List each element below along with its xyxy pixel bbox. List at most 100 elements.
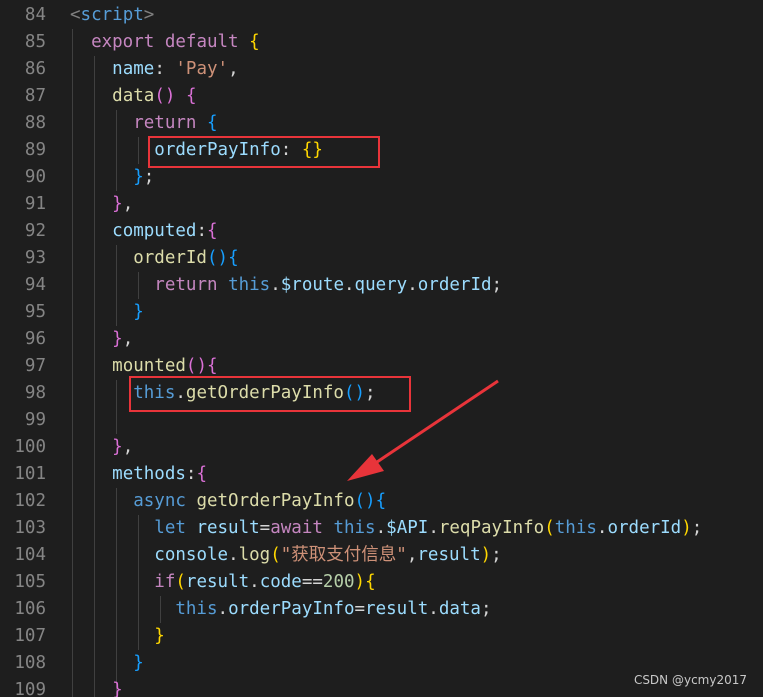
- code-token: }: [154, 626, 165, 646]
- code-editor[interactable]: 84 <script> 85 export default {86 name: 'P…: [0, 0, 763, 697]
- line-number: 90: [24, 167, 46, 187]
- code-text[interactable]: computed:{: [70, 218, 218, 245]
- code-token: .: [407, 275, 418, 295]
- code-token: {: [207, 221, 218, 241]
- code-token: (): [354, 491, 376, 511]
- code-token: ,: [122, 437, 134, 457]
- code-token: <: [70, 5, 81, 25]
- line-number: 97: [24, 356, 46, 376]
- code-token: (: [175, 572, 186, 592]
- code-text[interactable]: }: [70, 650, 144, 677]
- code-token: ,: [228, 59, 239, 79]
- code-token: mounted: [112, 356, 186, 376]
- code-line: 94 return this.$route.query.orderId;: [0, 272, 763, 299]
- code-text[interactable]: name: 'Pay',: [70, 56, 239, 83]
- code-token: result: [417, 545, 481, 565]
- code-token: (: [270, 545, 281, 565]
- code-token: :: [154, 59, 176, 79]
- code-token: .: [228, 545, 239, 565]
- code-line: 93 orderId(){: [0, 245, 763, 272]
- code-token: return: [133, 113, 197, 133]
- code-text[interactable]: <script>: [70, 2, 154, 29]
- code-text[interactable]: },: [70, 434, 133, 461]
- code-text[interactable]: async getOrderPayInfo(){: [70, 488, 386, 515]
- code-token: }: [112, 680, 123, 697]
- code-text[interactable]: }: [70, 623, 165, 650]
- highlight-box-getOrderPayInfo-call: [129, 376, 411, 412]
- code-text[interactable]: };: [70, 164, 154, 191]
- code-text[interactable]: this.orderPayInfo=result.data;: [70, 596, 491, 623]
- code-line: 102 async getOrderPayInfo(){: [0, 488, 763, 515]
- code-text[interactable]: let result=await this.$API.reqPayInfo(th…: [70, 515, 702, 542]
- code-text[interactable]: orderId(){: [70, 245, 238, 272]
- code-line: 100 },: [0, 434, 763, 461]
- line-number: 88: [24, 113, 46, 133]
- code-line: 105 if(result.code==200){: [0, 569, 763, 596]
- code-line: 92 computed:{: [0, 218, 763, 245]
- code-line: 91 },: [0, 191, 763, 218]
- code-line: 84 <script>: [0, 2, 763, 29]
- line-number: 101: [14, 464, 46, 484]
- code-text[interactable]: return {: [70, 110, 217, 137]
- code-token: ==: [301, 572, 323, 592]
- code-text[interactable]: }: [70, 299, 144, 326]
- line-number: 106: [14, 599, 46, 619]
- code-token: 'Pay': [175, 59, 229, 79]
- code-token: await: [270, 518, 323, 538]
- code-text[interactable]: }: [70, 677, 123, 697]
- code-line: 85 export default {: [0, 29, 763, 56]
- line-number: 92: [24, 221, 46, 241]
- line-number: 91: [24, 194, 46, 214]
- code-text[interactable]: console.log("获取支付信息",result);: [70, 542, 501, 569]
- code-token: data: [438, 599, 481, 619]
- code-token: computed: [112, 221, 197, 241]
- code-token: this: [554, 518, 597, 538]
- code-text[interactable]: if(result.code==200){: [70, 569, 375, 596]
- code-token: $API: [386, 518, 429, 538]
- code-text[interactable]: export default {: [70, 29, 260, 56]
- code-token: :: [185, 464, 197, 484]
- code-token: .: [343, 275, 355, 295]
- code-line: 104 console.log("获取支付信息",result);: [0, 542, 763, 569]
- code-token: getOrderPayInfo: [196, 491, 355, 511]
- code-token: ;: [143, 167, 155, 187]
- code-token: async: [133, 491, 186, 511]
- code-token: {: [375, 491, 387, 511]
- code-line: 89 orderPayInfo: {}: [0, 137, 763, 164]
- code-text[interactable]: },: [70, 326, 133, 353]
- code-token: this: [175, 599, 218, 619]
- code-token: this: [228, 275, 271, 295]
- code-text[interactable]: return this.$route.query.orderId;: [70, 272, 502, 299]
- code-text[interactable]: data() {: [70, 83, 196, 110]
- code-token: }: [133, 167, 144, 187]
- code-text[interactable]: methods:{: [70, 461, 207, 488]
- line-number: 89: [24, 140, 46, 160]
- code-line: 86 name: 'Pay',: [0, 56, 763, 83]
- code-token: ,: [122, 194, 134, 214]
- code-token: .: [375, 518, 387, 538]
- code-text[interactable]: },: [70, 191, 133, 218]
- code-token: ,: [122, 329, 134, 349]
- code-token: {: [249, 32, 260, 52]
- code-token: ;: [691, 518, 703, 538]
